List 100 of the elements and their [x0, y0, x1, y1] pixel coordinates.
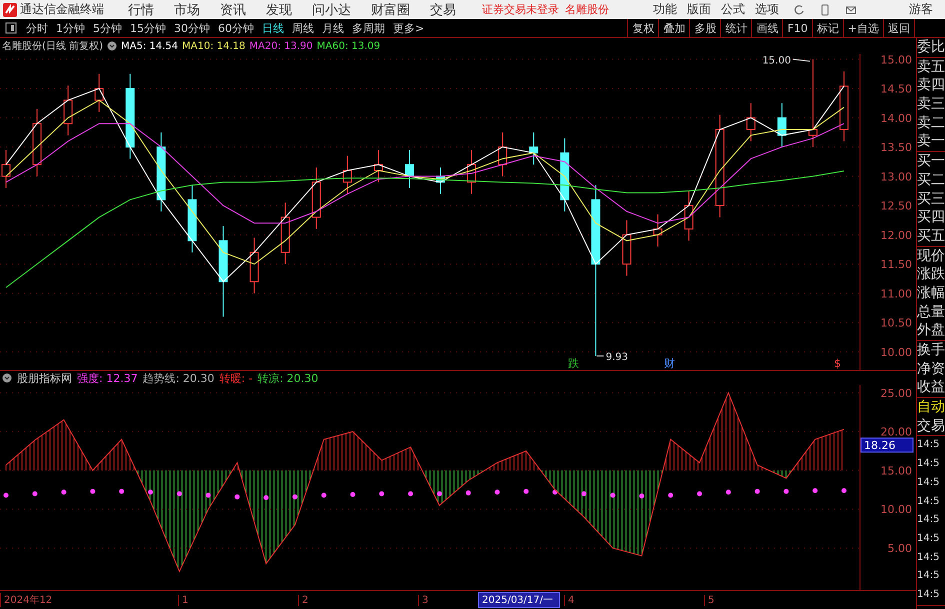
price-axis-label: 14.00: [880, 112, 912, 125]
user-label[interactable]: 游客: [909, 1, 933, 18]
menu-item[interactable]: 资讯: [220, 0, 246, 18]
point: [697, 491, 702, 496]
price-axis-label: 11.00: [880, 287, 912, 300]
quote-field-label: 14:5: [917, 588, 940, 602]
refresh-icon[interactable]: [793, 4, 805, 16]
ma-legend: MA20: 13.90: [249, 40, 313, 52]
low-price-annotation: 9.93: [596, 352, 628, 363]
candlestick: [529, 132, 538, 166]
point: [4, 492, 8, 498]
period-tab[interactable]: 多周期: [348, 19, 389, 37]
indicator-axis-label: 20.00: [880, 426, 912, 439]
quote-field-label: 14:5: [917, 476, 940, 490]
period-tab[interactable]: 30分钟: [170, 19, 214, 37]
period-tab[interactable]: 5分钟: [89, 19, 126, 37]
price-axis-label: 12.00: [880, 228, 912, 242]
candlestick: [653, 214, 662, 248]
menu-item[interactable]: 交易: [430, 0, 456, 18]
candlestick: [64, 85, 73, 136]
quote-field-label: 买四: [917, 208, 945, 227]
quote-field-label: 买一: [917, 152, 945, 171]
period-tab[interactable]: 周线: [288, 19, 318, 37]
quote-field-label: 卖二: [917, 114, 945, 132]
quote-field-label: 卖五: [917, 58, 945, 76]
status-notice[interactable]: 证券交易未登录: [482, 2, 559, 17]
indicator-axis-label: 10.00: [880, 503, 912, 516]
status-notice[interactable]: 名雕股份: [565, 2, 609, 17]
price-axis-label: 12.50: [880, 200, 912, 213]
candlestick: [32, 108, 42, 177]
candlestick: [436, 167, 446, 194]
period-tab[interactable]: 月线: [318, 19, 348, 37]
point: [754, 488, 760, 494]
event-marker[interactable]: 财: [663, 357, 676, 370]
settings-icon[interactable]: [106, 41, 117, 51]
indicator-legend: 强度: 12.37: [77, 370, 138, 386]
point: [264, 495, 269, 500]
period-tab[interactable]: 分时: [22, 19, 52, 37]
quote-field-label: 14:5: [917, 494, 940, 508]
menu-item[interactable]: 功能: [653, 1, 677, 18]
point: [206, 492, 211, 498]
date-axis-label: 2: [298, 594, 418, 606]
event-marker[interactable]: $: [833, 357, 842, 370]
quote-field-label: 涨跌: [917, 265, 945, 284]
menu-item[interactable]: 问小达: [312, 0, 351, 18]
candlestick: [312, 167, 321, 230]
indicator-legend: 转暖: -: [219, 370, 253, 386]
indicator-legend: 趋势线: 20.30: [142, 370, 214, 386]
candlestick: [188, 184, 197, 253]
candlestick: [342, 155, 352, 194]
high-price-annotation: 15.00: [762, 55, 810, 66]
menu-item[interactable]: 行情: [128, 0, 154, 18]
candlestick: [404, 149, 414, 188]
app-title: 通达信金融终端: [20, 1, 104, 18]
quote-field-label: 卖三: [917, 95, 945, 114]
quote-field-label: 总量: [917, 302, 945, 322]
candlestick: [746, 102, 756, 142]
point: [32, 491, 38, 496]
quote-field-label: 现价: [917, 246, 945, 266]
indicator-legend: 转凉: 20.30: [258, 370, 318, 386]
point: [436, 491, 442, 496]
period-tab[interactable]: 60分钟: [214, 19, 258, 37]
quote-field-label: 涨幅: [917, 284, 945, 303]
settings-icon[interactable]: [2, 373, 12, 383]
menu-item[interactable]: 发现: [266, 0, 292, 18]
quote-field-label: 买二: [917, 170, 945, 190]
app-logo-icon: [3, 2, 17, 16]
period-tab[interactable]: 日线: [258, 19, 288, 37]
date-axis-label: 1: [178, 594, 298, 606]
menu-item[interactable]: 公式: [721, 1, 745, 18]
menu-item[interactable]: 选项: [755, 1, 779, 18]
toolbar-button[interactable]: 返回: [883, 19, 915, 37]
quote-field-label: 买三: [917, 190, 945, 208]
date-axis-label: 2024年12: [0, 593, 178, 607]
point: [726, 490, 731, 495]
quote-field-label: 换手: [917, 341, 945, 360]
point: [524, 488, 529, 494]
price-axis-label: 11.50: [880, 258, 912, 272]
panel-toggle-icon[interactable]: [5, 22, 17, 34]
menu-item[interactable]: 市场: [174, 0, 200, 18]
quote-field-label: 外盘: [917, 321, 945, 340]
date-axis-label: 2025/03/17/一: [478, 592, 560, 608]
menu-item[interactable]: 财富圈: [371, 0, 410, 18]
point: [379, 491, 384, 496]
point: [292, 494, 298, 500]
point: [176, 491, 182, 496]
quote-field-label: 净资: [917, 360, 945, 378]
price-axis-label: 15.00: [880, 54, 912, 66]
mail-icon[interactable]: [845, 4, 857, 16]
indicator-axis-label: 15.00: [880, 464, 912, 478]
point: [784, 488, 789, 494]
quote-field-label: 交易: [917, 416, 945, 436]
period-tab[interactable]: 15分钟: [126, 19, 170, 37]
period-tab[interactable]: 更多>: [389, 19, 428, 37]
quote-field-label: 14:5: [917, 457, 940, 472]
period-tab[interactable]: 1分钟: [52, 19, 89, 37]
phone-icon[interactable]: [819, 4, 831, 16]
event-marker[interactable]: 跌: [567, 357, 580, 370]
menu-item[interactable]: 版面: [687, 1, 711, 18]
quote-field-label: 委比: [917, 38, 945, 57]
